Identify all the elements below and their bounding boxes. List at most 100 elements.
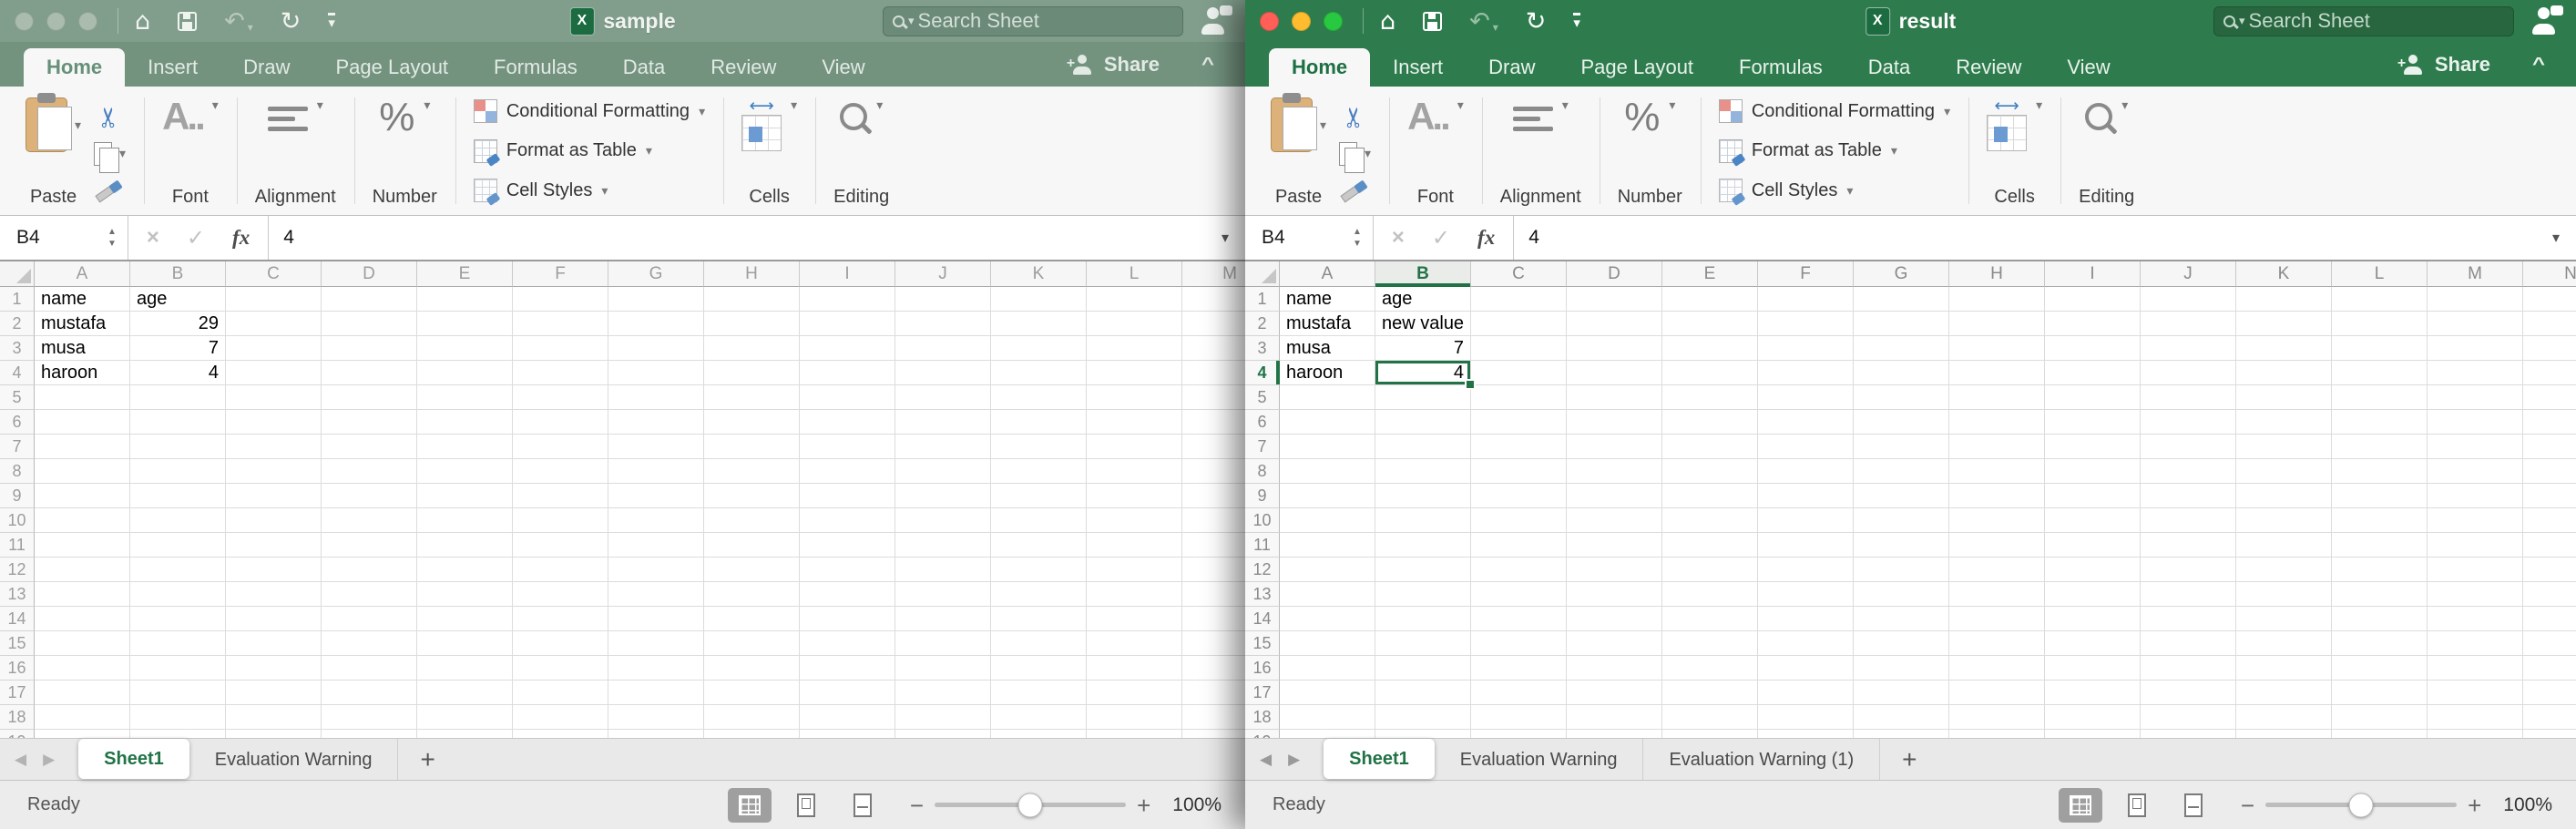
cell-J14[interactable] <box>895 607 991 631</box>
col-header-B[interactable]: B <box>1375 261 1471 287</box>
cell-D7[interactable] <box>322 435 417 459</box>
undo-button[interactable]: ↶▾ <box>1469 9 1498 34</box>
cell-B2[interactable]: new value <box>1375 312 1471 336</box>
cell-B14[interactable] <box>1375 607 1471 631</box>
cancel-icon[interactable]: × <box>1392 225 1405 251</box>
cell-G17[interactable] <box>1854 681 1949 705</box>
cell-I18[interactable] <box>2045 705 2141 730</box>
cell-C11[interactable] <box>226 533 322 558</box>
cell-D10[interactable] <box>1567 508 1662 533</box>
cell-M18[interactable] <box>1182 705 1245 730</box>
cell-G19[interactable] <box>1854 730 1949 738</box>
cell-E17[interactable] <box>417 681 513 705</box>
row-header-4[interactable]: 4 <box>1245 361 1280 385</box>
cell-H10[interactable] <box>704 508 800 533</box>
tab-review[interactable]: Review <box>688 48 799 87</box>
cell-H14[interactable] <box>1949 607 2045 631</box>
format-as-table-button[interactable]: Format as Table▾ <box>1719 139 1950 163</box>
cell-H3[interactable] <box>704 336 800 361</box>
cell-D1[interactable] <box>322 287 417 312</box>
cell-J6[interactable] <box>2141 410 2236 435</box>
minimize-button[interactable] <box>1292 12 1311 31</box>
name-box[interactable]: B4 <box>0 227 107 249</box>
cell-J8[interactable] <box>2141 459 2236 484</box>
cell-N12[interactable] <box>2523 558 2576 582</box>
cell-F3[interactable] <box>1758 336 1854 361</box>
cell-H11[interactable] <box>1949 533 2045 558</box>
cell-A7[interactable] <box>1280 435 1375 459</box>
cell-L15[interactable] <box>2332 631 2428 656</box>
cell-M15[interactable] <box>2428 631 2523 656</box>
cell-M12[interactable] <box>2428 558 2523 582</box>
cell-D4[interactable] <box>1567 361 1662 385</box>
col-header-D[interactable]: D <box>322 261 417 287</box>
cell-K2[interactable] <box>2236 312 2332 336</box>
cell-M6[interactable] <box>1182 410 1245 435</box>
cell-C6[interactable] <box>1471 410 1567 435</box>
enter-icon[interactable]: ✓ <box>1432 225 1450 251</box>
zoom-level[interactable]: 100% <box>2503 794 2552 816</box>
cell-D7[interactable] <box>1567 435 1662 459</box>
cell-M3[interactable] <box>1182 336 1245 361</box>
alignment-group[interactable]: ▾ Alignment <box>1482 87 1600 215</box>
col-header-H[interactable]: H <box>1949 261 2045 287</box>
cell-D15[interactable] <box>1567 631 1662 656</box>
cell-E18[interactable] <box>1662 705 1758 730</box>
cell-A3[interactable]: musa <box>35 336 130 361</box>
cell-G13[interactable] <box>608 582 704 607</box>
cell-L11[interactable] <box>2332 533 2428 558</box>
cell-B19[interactable] <box>1375 730 1471 738</box>
cell-K8[interactable] <box>2236 459 2332 484</box>
cell-D1[interactable] <box>1567 287 1662 312</box>
cell-I13[interactable] <box>800 582 895 607</box>
cell-D19[interactable] <box>1567 730 1662 738</box>
cell-M11[interactable] <box>2428 533 2523 558</box>
cell-D11[interactable] <box>1567 533 1662 558</box>
cell-G1[interactable] <box>608 287 704 312</box>
cell-D6[interactable] <box>322 410 417 435</box>
cell-C16[interactable] <box>1471 656 1567 681</box>
cell-F8[interactable] <box>1758 459 1854 484</box>
cell-C12[interactable] <box>1471 558 1567 582</box>
cell-B7[interactable] <box>1375 435 1471 459</box>
cell-M10[interactable] <box>2428 508 2523 533</box>
cell-H2[interactable] <box>1949 312 2045 336</box>
cell-styles-button[interactable]: Cell Styles▾ <box>1719 179 1950 202</box>
cell-C19[interactable] <box>226 730 322 738</box>
row-header-2[interactable]: 2 <box>0 312 35 336</box>
cell-K19[interactable] <box>991 730 1087 738</box>
cell-B8[interactable] <box>1375 459 1471 484</box>
cell-B18[interactable] <box>1375 705 1471 730</box>
cell-K14[interactable] <box>991 607 1087 631</box>
cell-H9[interactable] <box>1949 484 2045 508</box>
cell-A1[interactable]: name <box>35 287 130 312</box>
cell-I7[interactable] <box>800 435 895 459</box>
share-button[interactable]: + Share ^ <box>2400 42 2545 87</box>
cell-E13[interactable] <box>417 582 513 607</box>
cell-I17[interactable] <box>800 681 895 705</box>
cell-I3[interactable] <box>800 336 895 361</box>
cell-B6[interactable] <box>1375 410 1471 435</box>
cell-G6[interactable] <box>1854 410 1949 435</box>
cell-G10[interactable] <box>1854 508 1949 533</box>
row-header-16[interactable]: 16 <box>1245 656 1280 681</box>
close-button[interactable] <box>1260 12 1279 31</box>
select-all-corner[interactable] <box>1245 261 1280 287</box>
cell-D12[interactable] <box>322 558 417 582</box>
cell-G6[interactable] <box>608 410 704 435</box>
cell-N1[interactable] <box>2523 287 2576 312</box>
cell-K11[interactable] <box>991 533 1087 558</box>
zoom-slider-thumb[interactable] <box>2349 793 2374 817</box>
cell-L6[interactable] <box>1087 410 1182 435</box>
cell-K12[interactable] <box>991 558 1087 582</box>
cell-J1[interactable] <box>2141 287 2236 312</box>
sheet-tab-sheet1[interactable]: Sheet1 <box>1324 739 1435 779</box>
cell-I2[interactable] <box>2045 312 2141 336</box>
col-header-C[interactable]: C <box>1471 261 1567 287</box>
cell-M7[interactable] <box>2428 435 2523 459</box>
col-header-F[interactable]: F <box>1758 261 1854 287</box>
cell-A19[interactable] <box>1280 730 1375 738</box>
cell-A11[interactable] <box>35 533 130 558</box>
cell-I10[interactable] <box>800 508 895 533</box>
cell-H19[interactable] <box>704 730 800 738</box>
